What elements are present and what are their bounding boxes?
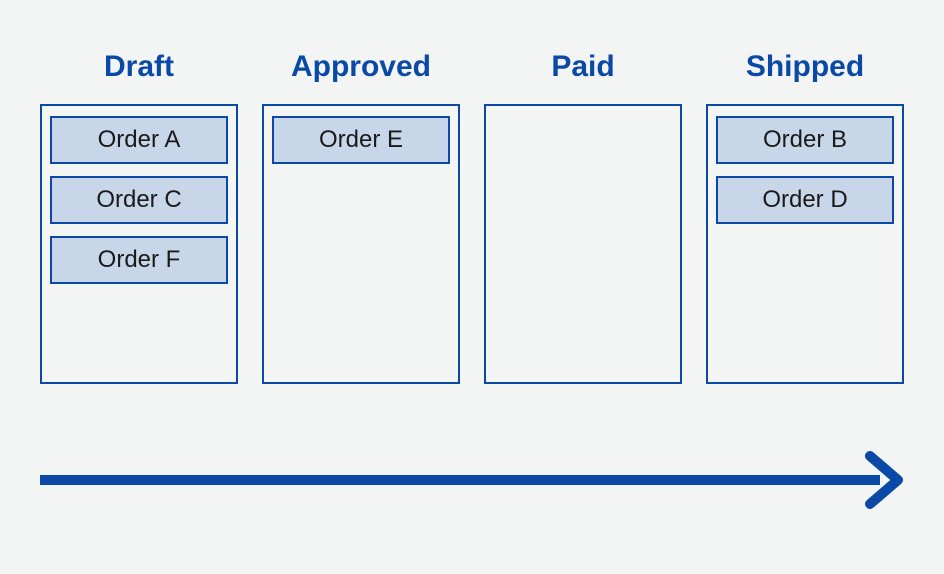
flow-arrow <box>40 450 904 510</box>
column-header: Draft <box>104 50 174 84</box>
column-approved: Approved Order E <box>262 50 460 384</box>
order-card[interactable]: Order C <box>50 176 228 224</box>
column-header: Paid <box>551 50 614 84</box>
column-shipped: Shipped Order B Order D <box>706 50 904 384</box>
column-header: Approved <box>291 50 431 84</box>
column-paid: Paid <box>484 50 682 384</box>
order-card[interactable]: Order D <box>716 176 894 224</box>
column-header: Shipped <box>746 50 864 84</box>
column-body <box>484 104 682 384</box>
arrow-line <box>40 475 880 485</box>
column-draft: Draft Order A Order C Order F <box>40 50 238 384</box>
order-card[interactable]: Order B <box>716 116 894 164</box>
kanban-board: Draft Order A Order C Order F Approved O… <box>0 0 944 384</box>
arrow-right-icon <box>864 450 904 510</box>
order-card[interactable]: Order E <box>272 116 450 164</box>
column-body: Order B Order D <box>706 104 904 384</box>
order-card[interactable]: Order A <box>50 116 228 164</box>
column-body: Order A Order C Order F <box>40 104 238 384</box>
column-body: Order E <box>262 104 460 384</box>
order-card[interactable]: Order F <box>50 236 228 284</box>
